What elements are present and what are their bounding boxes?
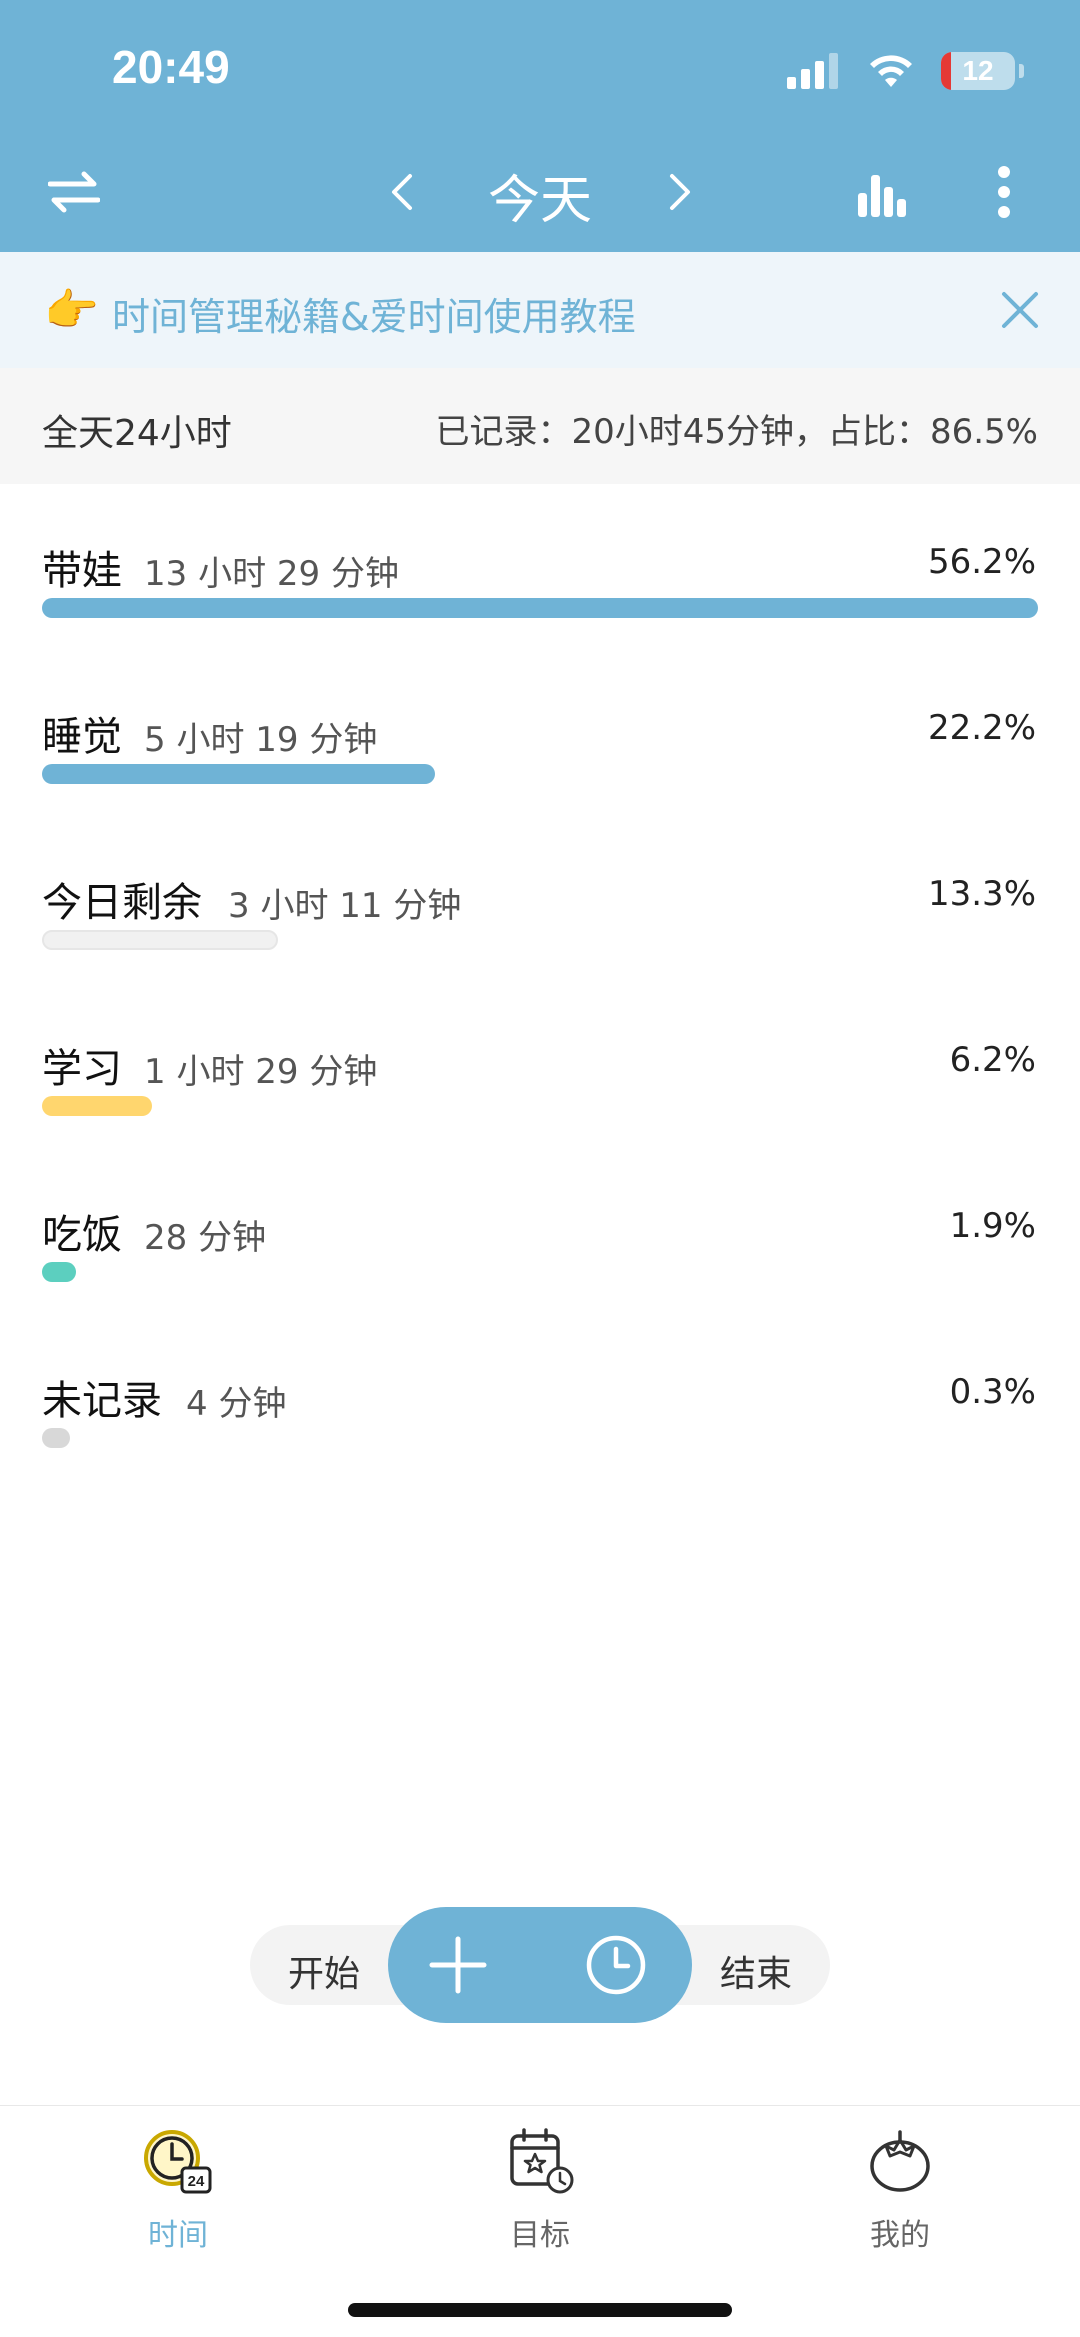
progress-bar [42, 1428, 70, 1448]
more-vertical-icon [998, 166, 1010, 218]
category-duration: 13 小时 29 分钟 [144, 554, 399, 594]
clock-button[interactable] [584, 1933, 648, 1997]
svg-text:24: 24 [188, 2173, 205, 2190]
timer-center-control [388, 1907, 692, 2023]
progress-bar [42, 764, 435, 784]
day-summary: 全天24小时 已记录：20小时45分钟，占比：86.5% [0, 368, 1080, 484]
category-duration: 4 分钟 [186, 1384, 287, 1424]
category-name: 吃饭 [42, 1212, 122, 1258]
category-row[interactable]: 睡觉 5 小时 19 分钟 22.2% [0, 704, 1080, 870]
progress-track [42, 598, 1038, 618]
category-row[interactable]: 未记录 4 分钟 0.3% [0, 1368, 1080, 1534]
category-percent: 6.2% [949, 1040, 1036, 1080]
tutorial-banner[interactable]: 👉 时间管理秘籍&爱时间使用教程 [0, 252, 1080, 368]
bar-chart-icon [858, 175, 906, 217]
category-row[interactable]: 吃饭 28 分钟 1.9% [0, 1202, 1080, 1368]
close-icon [1002, 292, 1038, 328]
progress-track [42, 930, 1038, 950]
statistics-button[interactable] [842, 152, 922, 232]
wifi-icon [870, 55, 912, 87]
end-button[interactable]: 结束 [720, 1945, 792, 1997]
top-header: 20:49 12 今天 [0, 0, 1080, 252]
chevron-right-icon [670, 174, 690, 210]
progress-bar [42, 1096, 152, 1116]
tab-time-label: 时间 [148, 2218, 208, 2253]
progress-bar [42, 598, 1038, 618]
tab-goals-label: 目标 [510, 2218, 570, 2253]
progress-track [42, 1262, 1038, 1282]
pointing-hand-icon: 👉 [44, 285, 99, 336]
next-day-button[interactable] [640, 152, 720, 232]
banner-text[interactable]: 时间管理秘籍&爱时间使用教程 [112, 286, 636, 341]
category-name: 未记录 [42, 1378, 162, 1424]
clock-24-icon: 24 [144, 2130, 212, 2194]
battery-icon: 12 [941, 52, 1015, 90]
start-button[interactable]: 开始 [288, 1945, 360, 1997]
tab-time[interactable]: 24 时间 [78, 2124, 278, 2264]
category-name: 学习 [42, 1046, 122, 1092]
category-name: 今日剩余 [42, 880, 202, 926]
calendar-star-icon [510, 2128, 574, 2194]
progress-track [42, 1428, 1038, 1448]
status-time: 20:49 [112, 41, 230, 93]
banner-close-button[interactable] [988, 278, 1052, 342]
category-percent: 22.2% [927, 708, 1036, 748]
status-icons: 12 [787, 48, 1024, 94]
tab-me[interactable]: 我的 [800, 2124, 1000, 2264]
category-percent: 0.3% [949, 1372, 1036, 1412]
signal-icon [787, 53, 838, 89]
category-percent: 56.2% [927, 542, 1036, 582]
category-percent: 13.3% [927, 874, 1036, 914]
tab-goals[interactable]: 目标 [440, 2124, 640, 2264]
category-row[interactable]: 今日剩余 3 小时 11 分钟 13.3% [0, 870, 1080, 1036]
progress-track [42, 1096, 1038, 1116]
progress-bar [42, 1262, 76, 1282]
battery-level: 12 [962, 55, 994, 86]
add-record-button[interactable] [428, 1935, 488, 1995]
category-row[interactable]: 带娃 13 小时 29 分钟 56.2% [0, 538, 1080, 704]
clock-icon [586, 1935, 646, 1995]
summary-recorded: 已记录：20小时45分钟，占比：86.5% [435, 412, 1038, 452]
more-button[interactable] [964, 152, 1044, 232]
tomato-icon [870, 2130, 930, 2192]
category-duration: 28 分钟 [144, 1218, 267, 1258]
category-name: 睡觉 [42, 714, 122, 760]
category-row[interactable]: 学习 1 小时 29 分钟 6.2% [0, 1036, 1080, 1202]
home-indicator [348, 2303, 732, 2317]
category-duration: 5 小时 19 分钟 [144, 720, 378, 760]
category-duration: 1 小时 29 分钟 [144, 1052, 378, 1092]
plus-icon [429, 1936, 487, 1994]
progress-bar [42, 930, 278, 950]
tab-me-label: 我的 [870, 2218, 930, 2253]
battery-tip [1019, 64, 1024, 78]
summary-total: 全天24小时 [42, 413, 232, 454]
category-name: 带娃 [42, 548, 122, 594]
category-percent: 1.9% [949, 1206, 1036, 1246]
progress-track [42, 764, 1038, 784]
category-duration: 3 小时 11 分钟 [228, 886, 462, 926]
